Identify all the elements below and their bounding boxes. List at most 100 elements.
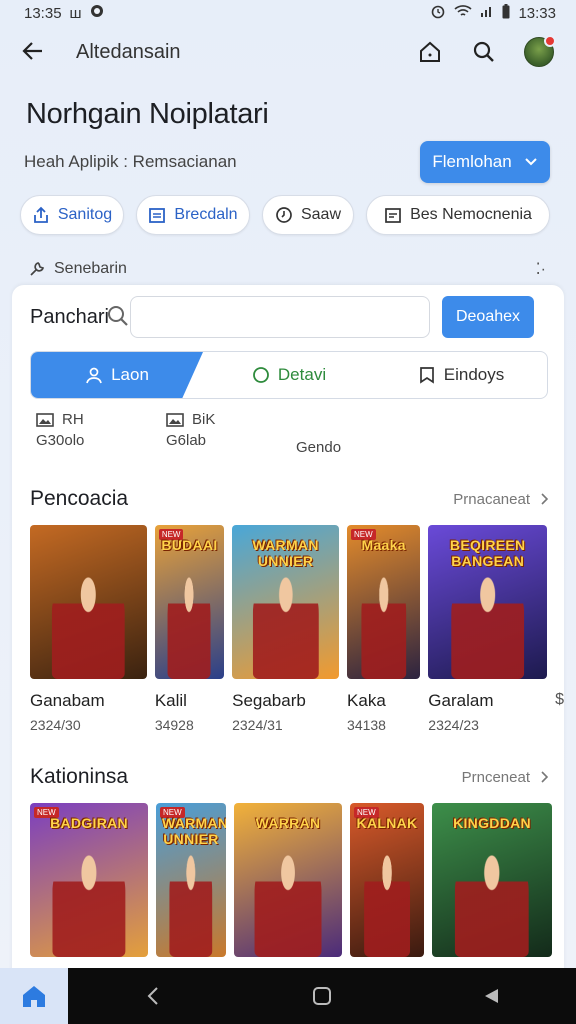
info-top: RH: [62, 411, 84, 428]
game-logo-text: BADGIRAN: [50, 815, 128, 831]
primary-action-label: Flemlohan: [432, 152, 512, 171]
chip-label: Sanitog: [57, 206, 113, 223]
chip-calendar[interactable]: Brecdaln: [136, 195, 250, 235]
image-icon: [36, 412, 54, 427]
primary-action-button[interactable]: Flemlohan: [420, 141, 550, 183]
home-tab[interactable]: [0, 968, 68, 1024]
page-title: Norhgain Noiplatari: [26, 98, 269, 130]
avatar[interactable]: [524, 35, 556, 67]
game-card[interactable]: NEW Maaka Kaka 34138: [347, 525, 421, 733]
search-icon: [107, 305, 129, 332]
status-notification-text: ш: [69, 4, 82, 22]
status-bar: 13:35 ш 13:33: [0, 0, 576, 26]
section-header: Kationinsa Prnceneat: [12, 757, 564, 797]
chip-label: Saaw: [300, 206, 342, 223]
game-card[interactable]: NEW WARMAN UNNIER: [156, 803, 226, 957]
tab-bar: Laon Detavi Eindoys: [30, 351, 548, 399]
sync-icon: [90, 4, 104, 22]
search-icon[interactable]: [470, 38, 498, 66]
image-icon: [166, 412, 184, 427]
nav-home-button[interactable]: [237, 968, 406, 1024]
game-logo-text: BEQIREEN BANGEAN: [449, 537, 526, 569]
game-title: Kaka: [347, 691, 386, 710]
game-logo-text: WARMAN UNNIER: [162, 815, 226, 847]
hero-figure: [52, 849, 126, 957]
game-title: Ganabam: [30, 691, 105, 710]
tab-detavi[interactable]: Detavi: [203, 352, 375, 398]
info-item: Gendo: [296, 411, 436, 463]
nav-back-button[interactable]: [68, 968, 237, 1024]
hero-figure: [252, 571, 319, 679]
subtitle-row: Heah Aplipik : Remsacianan Flemlohan: [24, 141, 550, 183]
overflow-indicator: $: [555, 691, 564, 708]
dots-icon[interactable]: ⁚·: [536, 259, 546, 279]
game-meta: 2324/23: [428, 717, 479, 733]
game-logo-text: WARRAN: [255, 815, 321, 831]
nav-recents-button[interactable]: [407, 968, 576, 1024]
game-card[interactable]: NEW BADGIRAN: [30, 803, 148, 957]
chip-schedule[interactable]: Bes Nemocnenia: [366, 195, 550, 235]
calendar-icon: [385, 208, 401, 223]
game-logo-text: WARMAN UNNIER: [252, 537, 319, 569]
tab-label: Laon: [111, 365, 149, 384]
game-meta: 2324/30: [30, 717, 81, 733]
game-thumbnail: NEW Maaka: [347, 525, 421, 679]
see-more-link[interactable]: Prnceneat: [462, 769, 548, 786]
chip-label: Bes Nemocnenia: [410, 206, 532, 223]
clock-icon: [276, 207, 292, 223]
chevron-right-icon: [541, 771, 548, 783]
game-thumbnail: WARRAN: [234, 803, 342, 957]
chip-time[interactable]: Saaw: [262, 195, 354, 235]
section-title: Pencoacia: [30, 487, 129, 510]
tab-eindoys[interactable]: Eindoys: [375, 352, 547, 398]
square-icon: [312, 987, 331, 1005]
game-card[interactable]: BEQIREEN BANGEAN Garalam 2324/23: [428, 525, 548, 733]
hero-figure: [454, 849, 530, 957]
chevron-left-icon: [147, 987, 158, 1005]
game-thumbnail: KINGDDAN: [432, 803, 552, 957]
game-card[interactable]: WARMAN UNNIER Segabarb 2324/31: [232, 525, 340, 733]
hero-figure: [360, 571, 407, 679]
hint-label: Senebarin: [54, 260, 127, 277]
info-bottom: G30olo: [36, 432, 85, 449]
app-bar: Altedansain: [0, 26, 576, 78]
user-icon: [86, 367, 102, 384]
hero-figure: [52, 571, 125, 679]
main-card: Panchari Deoahex Laon Detavi Eindoys RH: [12, 285, 564, 975]
hero-figure: [364, 849, 410, 957]
status-time: 13:35: [24, 4, 62, 22]
section-header: Pencoacia Prnacaneat: [12, 479, 564, 519]
tab-laon[interactable]: Laon: [31, 352, 203, 398]
game-logo-text: KALNAK: [356, 815, 418, 831]
info-top: BiK: [192, 411, 216, 428]
game-card[interactable]: KINGDDAN: [432, 803, 552, 957]
search-input[interactable]: [131, 297, 429, 337]
hero-figure: [450, 571, 525, 679]
game-card[interactable]: WARRAN: [234, 803, 342, 957]
notification-badge: [544, 35, 556, 47]
search-button[interactable]: Deoahex: [442, 296, 534, 338]
chip-share[interactable]: Sanitog: [20, 195, 124, 235]
game-card[interactable]: Ganabam 2324/30: [30, 525, 147, 733]
back-arrow-icon[interactable]: [22, 37, 56, 68]
game-card[interactable]: NEW KALNAK: [350, 803, 424, 957]
game-meta: 34138: [347, 717, 386, 733]
section-title: Kationinsa: [30, 765, 129, 788]
info-bottom: Gendo: [296, 439, 342, 456]
see-more-link[interactable]: Prnacaneat: [453, 491, 548, 508]
search-box: [108, 296, 430, 338]
game-row: Ganabam 2324/30 NEW BUDAAI Kalil 34928 WARMAN …: [12, 519, 564, 733]
game-title: Kalil: [154, 691, 187, 710]
battery-icon: [502, 3, 510, 23]
chevron-right-icon: [541, 493, 548, 505]
game-card[interactable]: NEW BUDAAI Kalil 34928: [154, 525, 225, 733]
filter-chips: Sanitog Brecdaln Saaw Bes Nemocnenia: [20, 195, 576, 235]
game-thumbnail: NEW KALNAK: [350, 803, 424, 957]
status-time-right: 13:33: [518, 4, 556, 22]
hero-figure: [167, 571, 211, 679]
game-thumbnail: [30, 525, 147, 679]
info-bottom: G6lab: [166, 432, 207, 449]
search-row: Panchari Deoahex: [12, 285, 564, 339]
info-item: BiK G6lab: [166, 411, 296, 463]
home-icon[interactable]: [416, 38, 444, 66]
